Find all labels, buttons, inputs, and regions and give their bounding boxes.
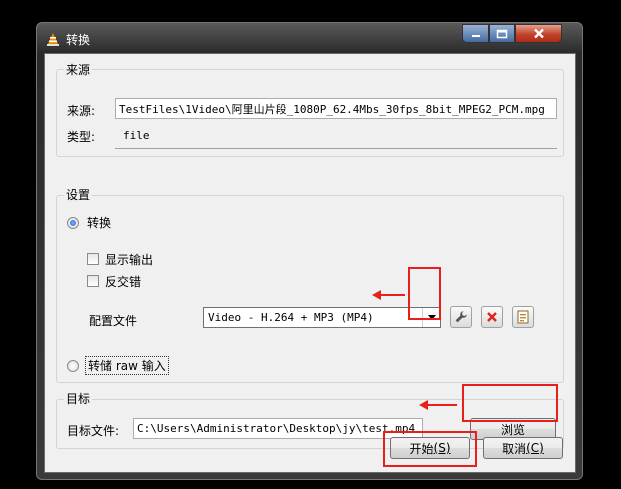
source-divider: [115, 148, 557, 149]
maximize-button[interactable]: [489, 24, 515, 43]
target-group-title: 目标: [64, 390, 93, 407]
dest-path-field[interactable]: C:\Users\Administrator\Desktop\jy\test.m…: [133, 418, 423, 439]
cancel-button-label: 取消: [502, 441, 527, 456]
source-label: 来源:: [67, 104, 96, 118]
profile-select[interactable]: Video - H.264 + MP3 (MP4): [203, 307, 441, 328]
dump-raw-label[interactable]: 转储 raw 输入: [85, 356, 169, 375]
dropdown-highlight-box: [408, 267, 441, 320]
close-button[interactable]: [515, 24, 562, 43]
deinterlace-checkbox[interactable]: [87, 275, 99, 287]
type-label: 类型:: [67, 130, 96, 144]
settings-group-title: 设置: [64, 186, 93, 203]
browse-arrow: [419, 400, 457, 410]
deinterlace-label: 反交错: [105, 275, 142, 289]
dump-raw-radio[interactable]: [67, 360, 79, 372]
profile-select-value: Video - H.264 + MP3 (MP4): [208, 311, 374, 324]
minimize-icon: [471, 34, 480, 37]
maximize-icon: [496, 29, 508, 38]
dest-path-value: C:\Users\Administrator\Desktop\jy\test.m…: [137, 422, 416, 435]
browse-highlight-box: [462, 384, 558, 422]
new-profile-icon: [517, 310, 529, 324]
source-group-title: 来源: [64, 61, 93, 78]
delete-profile-button[interactable]: [481, 306, 503, 328]
dest-label: 目标文件:: [67, 424, 120, 438]
source-path-value: TestFiles\1Video\阿里山片段_1080P_62.4Mbs_30f…: [119, 102, 545, 116]
minimize-button[interactable]: [462, 24, 489, 43]
close-icon: [533, 28, 544, 39]
window-title: 转换: [66, 33, 91, 47]
source-path-field[interactable]: TestFiles\1Video\阿里山片段_1080P_62.4Mbs_30f…: [115, 98, 557, 119]
dump-raw-label-text: 转储 raw 输入: [88, 359, 166, 373]
edit-profile-button[interactable]: [450, 306, 472, 328]
convert-radio[interactable]: [67, 217, 79, 229]
profile-label: 配置文件: [89, 314, 138, 328]
profile-arrow: [372, 290, 405, 300]
start-highlight-box: [383, 431, 477, 467]
convert-radio-label: 转换: [87, 216, 112, 230]
vlc-cone-icon: [47, 33, 59, 46]
type-value: file: [123, 129, 150, 142]
wrench-icon: [455, 311, 467, 323]
delete-icon: [487, 312, 497, 322]
new-profile-button[interactable]: [512, 306, 534, 328]
browse-button-label: 浏览: [500, 422, 525, 437]
cancel-button[interactable]: 取消 (C): [483, 437, 563, 459]
cancel-button-accelerator: (C): [526, 441, 544, 455]
show-output-checkbox[interactable]: [87, 253, 99, 265]
show-output-label: 显示输出: [105, 253, 154, 267]
title-bar[interactable]: 转换: [37, 23, 582, 53]
